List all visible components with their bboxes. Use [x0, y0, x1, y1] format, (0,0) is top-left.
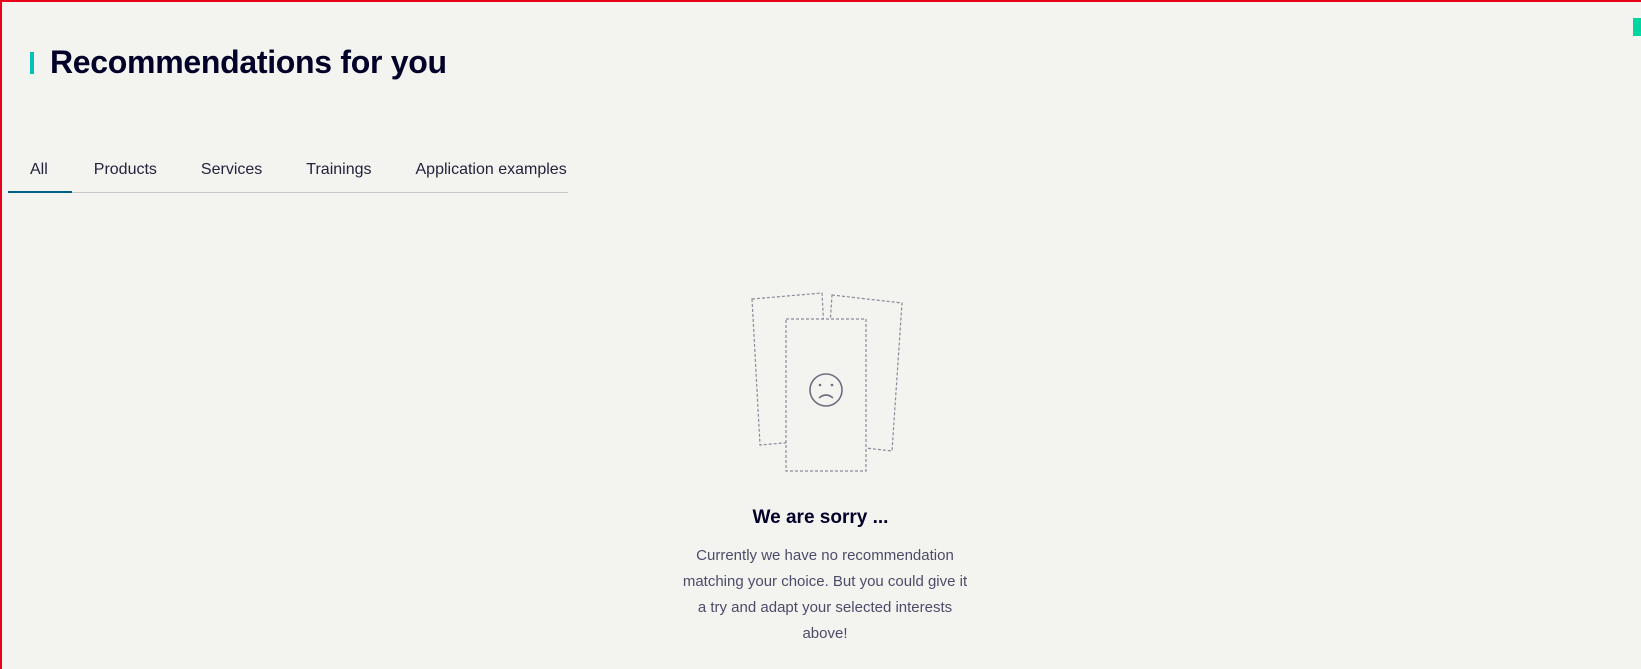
tab-services[interactable]: Services [179, 148, 284, 192]
tab-application-examples[interactable]: Application examples [394, 148, 589, 192]
empty-cards-illustration [751, 292, 903, 472]
title-accent-bar [30, 51, 34, 74]
empty-state-message: Currently we have no recommendation matc… [682, 547, 968, 642]
empty-state-title: We are sorry ... [752, 507, 889, 528]
corner-marker [1633, 18, 1641, 36]
section-title: Recommendations for you [50, 44, 447, 80]
section-header: Recommendations for you [30, 44, 447, 81]
tab-products[interactable]: Products [72, 148, 179, 192]
tab-trainings[interactable]: Trainings [284, 148, 393, 192]
tab-bar: All Products Services Trainings Applicat… [8, 148, 568, 193]
tab-all[interactable]: All [8, 148, 72, 193]
